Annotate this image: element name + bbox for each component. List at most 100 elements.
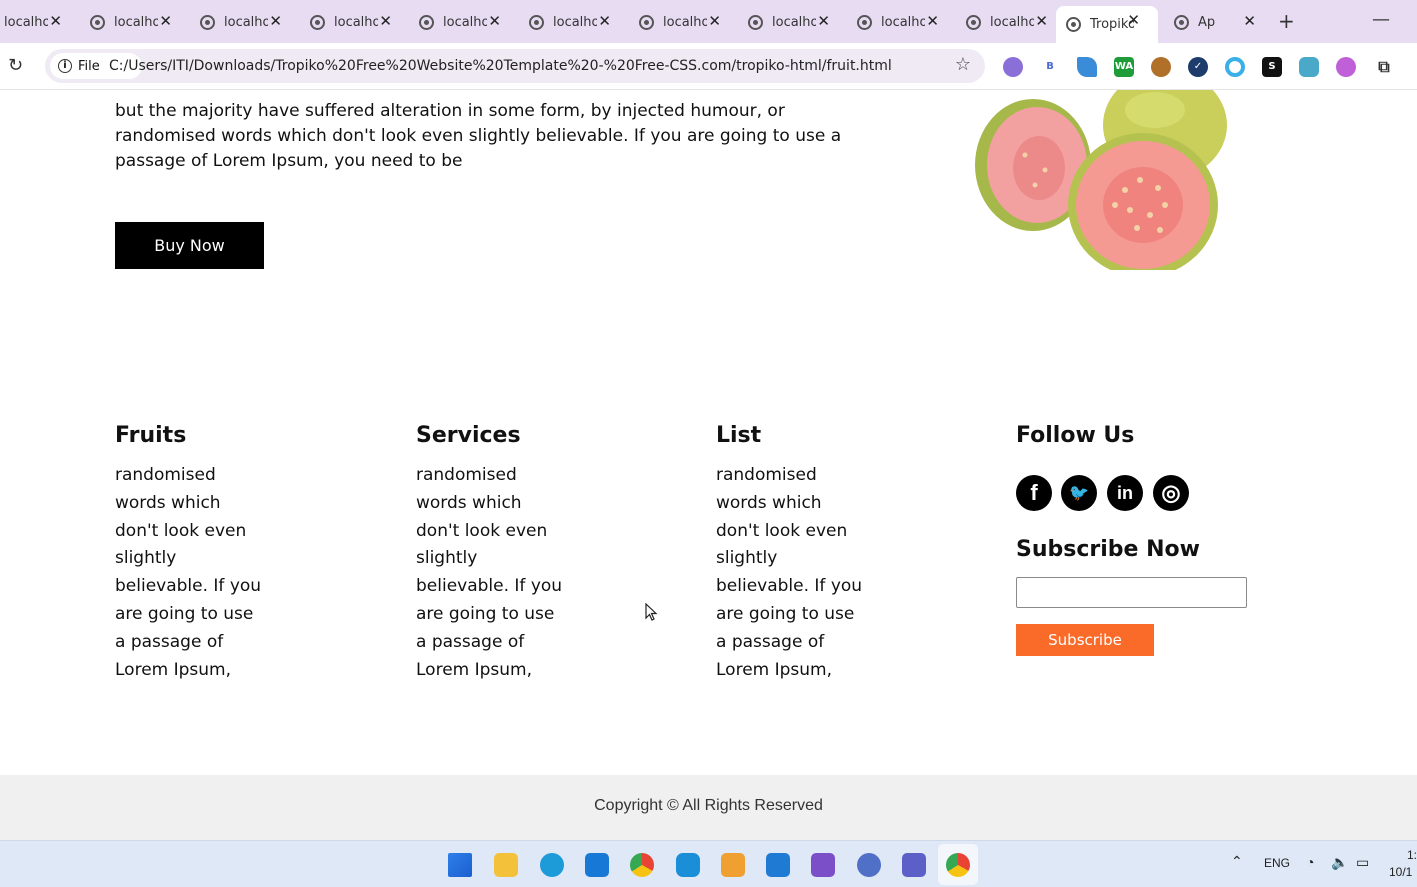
browser-tab[interactable]: localhost✕ <box>409 7 519 37</box>
globe-favicon-icon <box>529 14 544 30</box>
chrome-icon[interactable] <box>630 853 654 877</box>
tab-title: localhost <box>881 14 925 30</box>
edge-icon[interactable] <box>540 853 564 877</box>
browser-tab[interactable]: localhost✕ <box>300 7 410 37</box>
tab-title: localhost <box>114 14 158 30</box>
buy-now-button[interactable]: Buy Now <box>115 222 264 269</box>
tab-close-icon[interactable]: ✕ <box>379 12 392 30</box>
tab-close-icon[interactable]: ✕ <box>49 12 62 30</box>
url-text[interactable]: C:/Users/ITI/Downloads/Tropiko%20Free%20… <box>109 58 892 74</box>
tab-title: localhost <box>990 14 1034 30</box>
minimize-button[interactable]: — <box>1372 9 1390 30</box>
instagram-icon[interactable]: ◎ <box>1153 475 1189 511</box>
info-icon: i <box>58 59 72 73</box>
tab-close-icon[interactable]: ✕ <box>817 12 830 30</box>
app-blue-icon[interactable] <box>676 853 700 877</box>
browser-tab[interactable]: localhost✕ <box>80 7 190 37</box>
browser-tab[interactable]: localhost✕ <box>738 7 848 37</box>
tab-title: localhost <box>4 14 48 30</box>
globe-favicon-icon <box>419 14 434 30</box>
extensions-puzzle-icon[interactable]: ⧉ <box>1374 57 1394 77</box>
teams-icon[interactable] <box>902 853 926 877</box>
globe-favicon-icon <box>639 14 654 30</box>
tab-title: localhost <box>443 14 487 30</box>
reload-icon[interactable]: ↻ <box>8 55 23 76</box>
tab-close-icon[interactable]: ✕ <box>159 12 172 30</box>
tab-close-icon[interactable]: ✕ <box>708 12 721 30</box>
list-text: randomised words which don't look even s… <box>716 465 863 680</box>
tab-close-icon[interactable]: ✕ <box>488 12 501 30</box>
file-explorer-icon[interactable] <box>494 853 518 877</box>
tab-close-icon[interactable]: ✕ <box>598 12 611 30</box>
tab-title: Ap <box>1198 14 1216 30</box>
facebook-icon[interactable]: f <box>1016 475 1052 511</box>
fruits-title: Fruits <box>115 423 187 448</box>
linkedin-icon[interactable]: in <box>1107 475 1143 511</box>
fruits-text: randomised words which don't look even s… <box>115 465 262 680</box>
battery-icon[interactable]: ▭ <box>1356 854 1369 871</box>
subscribe-email-input[interactable] <box>1016 577 1247 608</box>
extension-check-icon[interactable]: ✓ <box>1188 57 1208 77</box>
visual-studio-icon[interactable] <box>811 853 835 877</box>
wifi-icon[interactable]: ◔ <box>1306 854 1314 870</box>
chrome-active-icon[interactable] <box>946 853 970 877</box>
app-orange-icon[interactable] <box>721 853 745 877</box>
globe-favicon-icon <box>857 14 872 30</box>
clock-time[interactable]: 1: <box>1407 848 1417 862</box>
globe-favicon-icon <box>1066 17 1081 32</box>
vscode-icon[interactable] <box>766 853 790 877</box>
hero-paragraph: but the majority have suffered alteratio… <box>115 101 842 171</box>
start-icon[interactable] <box>448 853 472 877</box>
browser-tab[interactable]: localhost✕ <box>0 7 80 37</box>
tab-close-icon[interactable]: ✕ <box>269 12 282 30</box>
new-tab-button[interactable]: + <box>1278 9 1295 33</box>
globe-favicon-icon <box>966 14 981 30</box>
browser-tab[interactable]: localhost✕ <box>519 7 629 37</box>
globe-favicon-icon <box>748 14 763 30</box>
globe-favicon-icon <box>200 14 215 30</box>
iptv-icon[interactable] <box>857 853 881 877</box>
tab-title: localhost <box>224 14 268 30</box>
tray-chevron-icon[interactable]: ⌃ <box>1231 853 1243 870</box>
extension-translate-icon[interactable] <box>1299 57 1319 77</box>
subscribe-title: Subscribe Now <box>1016 537 1200 562</box>
follow-us-title: Follow Us <box>1016 423 1135 448</box>
extension-globe-icon[interactable] <box>1336 57 1356 77</box>
globe-favicon-icon <box>90 14 105 30</box>
browser-tab[interactable]: localhost✕ <box>847 7 957 37</box>
browser-tab[interactable]: Tropiko ✕ <box>1056 6 1158 43</box>
guava-image <box>975 90 1227 270</box>
language-indicator[interactable]: ENG <box>1264 856 1290 870</box>
tab-strip: localhost✕localhost✕localhost✕localhost✕… <box>0 0 1417 43</box>
extension-feather-icon[interactable] <box>1077 57 1097 77</box>
extension-ring-icon[interactable] <box>1225 57 1245 77</box>
extension-b-icon[interactable]: B <box>1040 57 1060 77</box>
tab-close-icon[interactable]: ✕ <box>926 12 939 30</box>
browser-tab[interactable]: localhost✕ <box>629 7 739 37</box>
tab-close-icon[interactable]: ✕ <box>1243 12 1256 30</box>
clock-date[interactable]: 10/1 <box>1389 865 1412 879</box>
copyright-footer: Copyright © All Rights Reserved <box>0 775 1417 840</box>
browser-tab[interactable]: localhost✕ <box>956 7 1066 37</box>
tab-close-icon[interactable]: ✕ <box>1127 11 1140 29</box>
tab-close-icon[interactable]: ✕ <box>1035 12 1048 30</box>
browser-tab[interactable]: Ap ✕ <box>1164 7 1274 37</box>
windows-taskbar: ⌃ ENG ◔ 🔈 ▭ 1: 10/1 <box>0 840 1417 887</box>
extension-wa-icon[interactable]: WA <box>1114 57 1134 77</box>
address-bar[interactable]: i File C:/Users/ITI/Downloads/Tropiko%20… <box>45 49 985 83</box>
extension-gear-icon[interactable] <box>1003 57 1023 77</box>
chip-label: File <box>78 58 100 74</box>
page-viewport: but the majority have suffered alteratio… <box>0 90 1417 840</box>
globe-favicon-icon <box>310 14 325 30</box>
extension-cookie-icon[interactable] <box>1151 57 1171 77</box>
tab-title: localhost <box>553 14 597 30</box>
list-title: List <box>716 423 762 448</box>
volume-icon[interactable]: 🔈 <box>1331 854 1348 871</box>
twitter-icon[interactable]: 🐦 <box>1061 475 1097 511</box>
bookmark-star-icon[interactable]: ☆ <box>955 54 971 75</box>
browser-tab[interactable]: localhost✕ <box>190 7 300 37</box>
extension-s-icon[interactable]: S <box>1262 57 1282 77</box>
tab-title: localhost <box>334 14 378 30</box>
subscribe-button[interactable]: Subscribe <box>1016 624 1154 656</box>
store-icon[interactable] <box>585 853 609 877</box>
